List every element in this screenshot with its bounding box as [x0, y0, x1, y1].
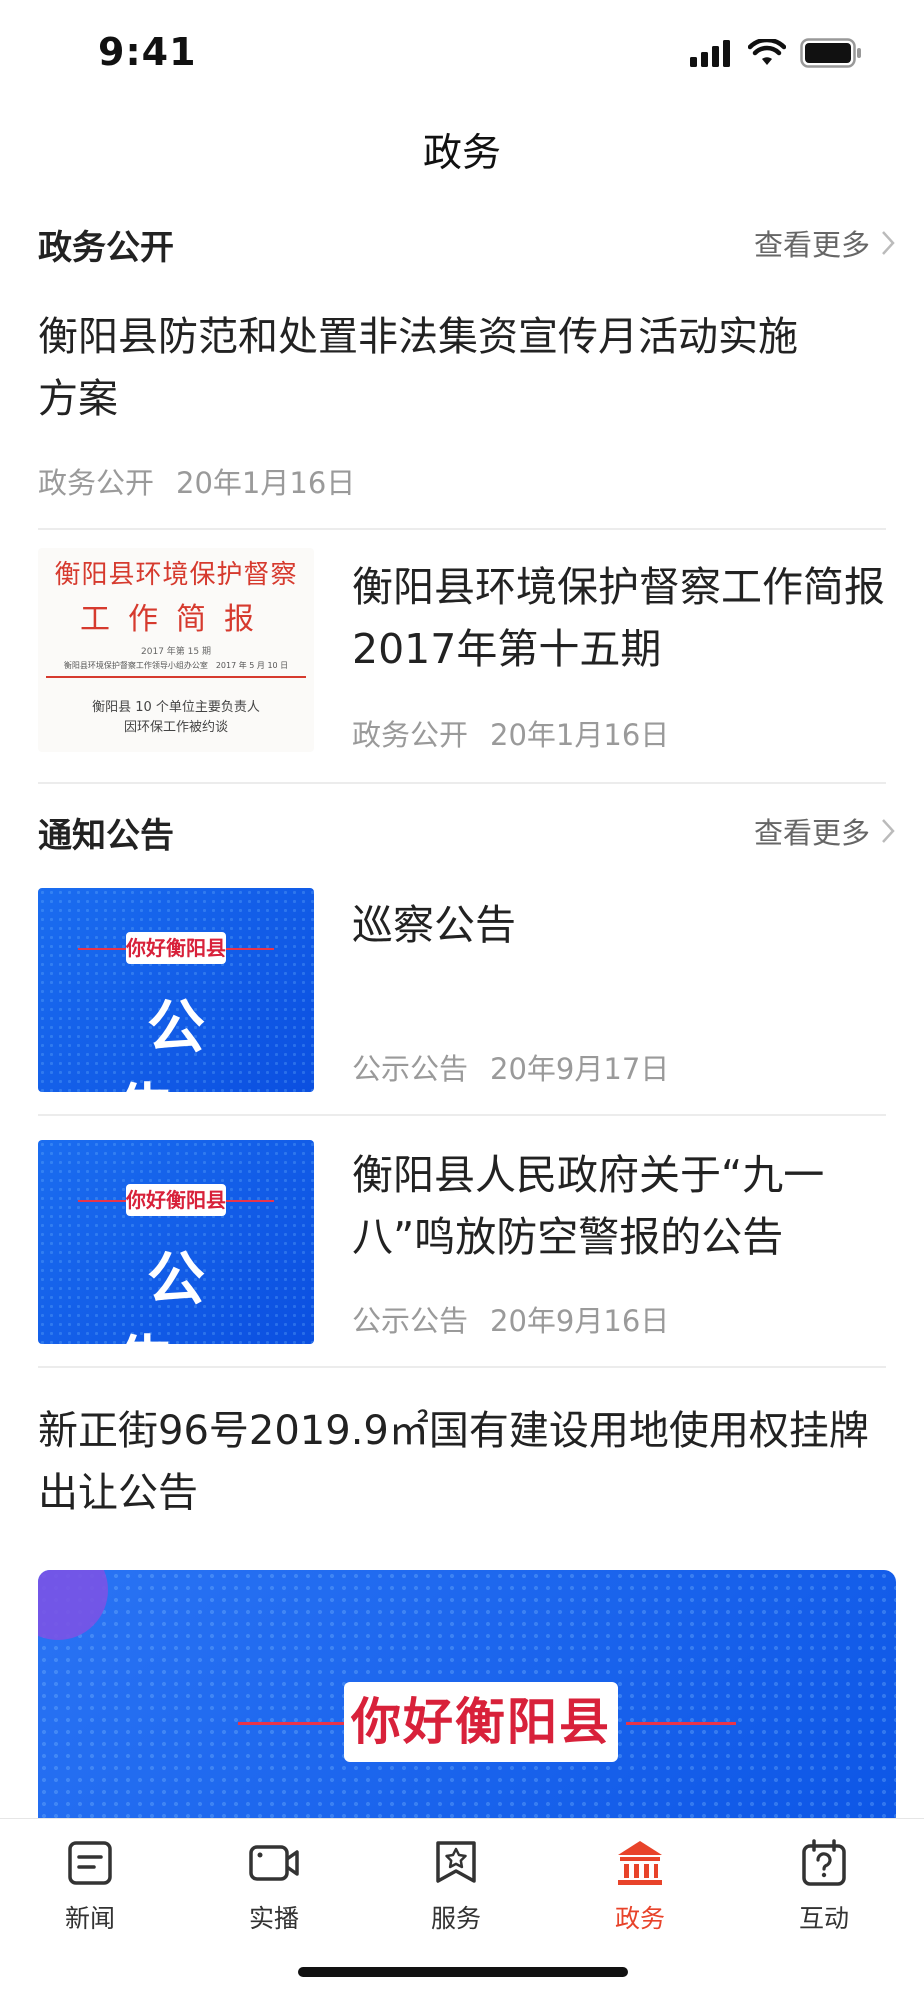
- article-title: 衡阳县防范和处置非法集资宣传月活动实施方案: [38, 314, 798, 422]
- article-meta: 公示公告 20年9月17日: [352, 1046, 669, 1088]
- article-date: 20年9月16日: [490, 1304, 670, 1338]
- thumb-line: 衡阳县 10 个单位主要负责人: [92, 700, 260, 715]
- thumb-rule: [46, 676, 306, 678]
- brand-logo: 你好衡阳县: [344, 1682, 618, 1762]
- tab-label: 政务: [614, 1904, 665, 1933]
- section-title-gov-open: 政务公开: [38, 228, 174, 268]
- article-date: 20年1月16日: [490, 718, 670, 752]
- article-thumbnail: 你好衡阳县 公告: [38, 888, 314, 1092]
- see-more-label: 查看更多: [753, 816, 870, 850]
- cellular-signal-icon: [690, 40, 730, 67]
- article-item[interactable]: 你好衡阳县 公告 衡阳县人民政府关于“九一八”鸣放防空警报的公告 公示公告 20年…: [0, 1140, 924, 1344]
- article-category: 公示公告: [352, 1304, 469, 1338]
- status-icons: [690, 36, 862, 70]
- tab-live[interactable]: 实播: [214, 1837, 334, 1935]
- page-title: 政务: [422, 131, 501, 176]
- article-title: 新正街96号2019.9㎡国有建设用地使用权挂牌出让公告: [38, 1408, 869, 1516]
- article-category: 政务公开: [352, 718, 469, 752]
- article-meta: 政务公开 20年1月16日: [352, 712, 669, 754]
- tab-label: 服务: [430, 1904, 481, 1933]
- home-indicator: [298, 1967, 628, 1977]
- article-date: 20年1月16日: [176, 466, 356, 500]
- chevron-right-icon: [882, 231, 895, 255]
- battery-icon: [800, 38, 861, 68]
- government-building-icon: [618, 1841, 662, 1885]
- tab-government[interactable]: 政务: [580, 1837, 700, 1935]
- article-thumbnail: 衡阳县环境保护督察 工作简报 2017 年第 15 期 衡阳县环境保护督察工作领…: [38, 548, 314, 752]
- divider: [38, 782, 886, 784]
- article-meta: 公示公告 20年9月16日: [352, 1298, 669, 1340]
- tab-news[interactable]: 新闻: [30, 1837, 150, 1935]
- status-time: 9:41: [98, 30, 197, 74]
- video-camera-icon: [249, 1845, 299, 1881]
- tab-label: 实播: [248, 1904, 299, 1933]
- thumb-heading: 公告: [117, 1245, 265, 1344]
- article-item[interactable]: 你好衡阳县 公告 巡察公告 公示公告 20年9月17日: [0, 888, 924, 1092]
- thumb-heading: 公告: [117, 993, 265, 1092]
- brand-logo: 你好衡阳县: [126, 932, 226, 964]
- question-calendar-icon: [802, 1839, 846, 1886]
- tab-label: 新闻: [64, 1904, 115, 1933]
- article-date: 20年9月17日: [490, 1052, 670, 1086]
- article-item[interactable]: 衡阳县防范和处置非法集资宣传月活动实施方案 政务公开 20年1月16日: [0, 300, 924, 510]
- article-category: 公示公告: [352, 1052, 469, 1086]
- see-more-label: 查看更多: [753, 228, 870, 262]
- wifi-icon: [748, 39, 786, 65]
- divider: [38, 528, 886, 530]
- thumb-body: 衡阳县 10 个单位主要负责人 因环保工作被约谈: [38, 698, 314, 738]
- see-more-gov-open-button[interactable]: 查看更多: [754, 222, 896, 264]
- tab-service[interactable]: 服务: [396, 1837, 516, 1935]
- divider: [38, 1114, 886, 1116]
- article-item[interactable]: 衡阳县环境保护督察 工作简报 2017 年第 15 期 衡阳县环境保护督察工作领…: [0, 548, 924, 768]
- thumb-line: 因环保工作被约谈: [123, 720, 228, 735]
- thumb-line: 工作简报: [80, 602, 272, 637]
- thumb-line: 衡阳县环境保护督察: [54, 560, 298, 590]
- article-meta: 政务公开 20年1月16日: [38, 460, 355, 502]
- news-icon: [68, 1841, 112, 1885]
- service-badge-icon: [436, 1841, 476, 1883]
- brand-logo: 你好衡阳县: [126, 1184, 226, 1216]
- tab-label: 互动: [798, 1904, 849, 1933]
- divider: [38, 1366, 886, 1368]
- section-title-notice: 通知公告: [38, 816, 174, 856]
- article-thumbnail: 你好衡阳县 公告: [38, 1140, 314, 1344]
- see-more-notice-button[interactable]: 查看更多: [754, 810, 896, 852]
- article-title: 巡察公告: [352, 901, 516, 949]
- thumb-line: 2017 年第 15 期: [141, 647, 211, 657]
- article-banner-image[interactable]: 你好衡阳县 公告: [38, 1570, 896, 1830]
- tab-interaction[interactable]: 互动: [764, 1837, 884, 1935]
- article-title: 衡阳县人民政府关于“九一八”鸣放防空警报的公告: [352, 1151, 825, 1261]
- thumb-line: 衡阳县环境保护督察工作领导小组办公室 2017 年 5 月 10 日: [63, 661, 289, 670]
- chevron-right-icon: [882, 819, 895, 843]
- article-title: 衡阳县环境保护督察工作简报2017年第十五期: [352, 563, 885, 673]
- article-category: 政务公开: [38, 466, 155, 500]
